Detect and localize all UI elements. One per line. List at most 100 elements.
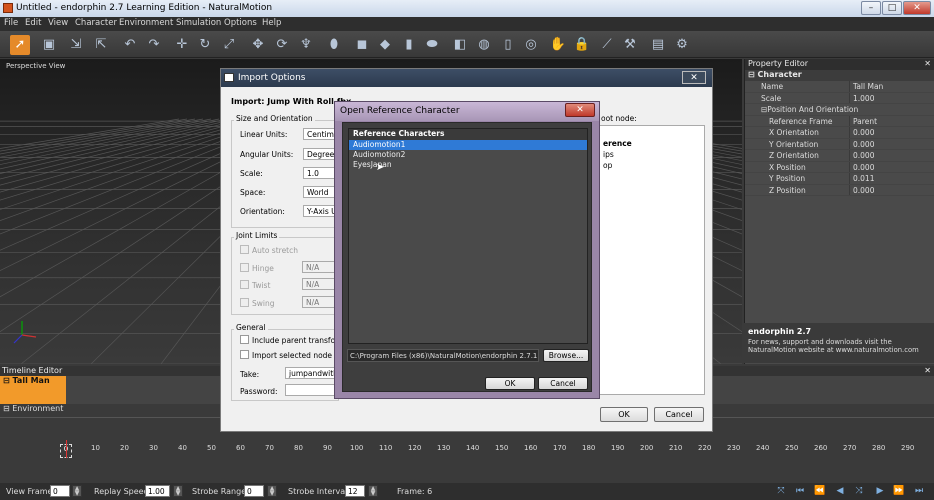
- track-environment[interactable]: ⊟ Environment: [0, 404, 66, 416]
- character-body-icon[interactable]: ⬮: [324, 35, 344, 55]
- cube-icon[interactable]: ◼: [352, 35, 372, 55]
- redo-icon[interactable]: ↷: [144, 35, 164, 55]
- collapse-icon[interactable]: ⊟: [3, 404, 12, 413]
- export-icon[interactable]: ⇱: [91, 35, 111, 55]
- hand-icon[interactable]: ✋: [548, 35, 568, 55]
- close-icon[interactable]: ✕: [924, 59, 931, 68]
- twist-checkbox[interactable]: [240, 280, 249, 289]
- reference-character-list[interactable]: Reference Characters Audiomotion1 Audiom…: [348, 128, 588, 344]
- tree-item[interactable]: ips: [603, 149, 704, 160]
- settings-icon[interactable]: ⚙: [672, 35, 692, 55]
- bone-rotate-icon[interactable]: ⟳: [272, 35, 292, 55]
- tree-item[interactable]: op: [603, 160, 704, 171]
- image-icon[interactable]: ▤: [648, 35, 668, 55]
- sphere-icon[interactable]: ◍: [474, 35, 494, 55]
- prop-row[interactable]: X Position 0.000: [745, 161, 934, 173]
- bone-move-icon[interactable]: ✥: [248, 35, 268, 55]
- menu-simulation[interactable]: Simulation: [176, 18, 221, 28]
- strobe-interval-input[interactable]: 12: [345, 485, 365, 497]
- save-icon[interactable]: ▣: [39, 35, 59, 55]
- disc-icon[interactable]: ◎: [521, 35, 541, 55]
- hinge-checkbox[interactable]: [240, 263, 249, 272]
- timeline-ruler[interactable]: 10 20 30 40 50 60 70 80 90 100 110 120 1…: [60, 440, 934, 458]
- column-icon[interactable]: ▯: [498, 35, 518, 55]
- replay-speed-input[interactable]: 1.00: [145, 485, 170, 497]
- import-cancel-button[interactable]: Cancel: [654, 407, 704, 422]
- loop-icon[interactable]: ⤨: [852, 486, 866, 497]
- replay-speed-spinner[interactable]: ▲ ▼: [173, 485, 183, 497]
- prop-row[interactable]: Z Orientation 0.000: [745, 150, 934, 162]
- move-icon[interactable]: ✛: [172, 35, 192, 55]
- prop-row-name[interactable]: Name Tall Man: [745, 81, 934, 93]
- character-icon[interactable]: ♆: [296, 35, 316, 55]
- select-tool-icon[interactable]: ➚: [10, 35, 30, 55]
- menu-character[interactable]: Character: [75, 18, 117, 28]
- list-item[interactable]: Audiomotion2: [349, 150, 587, 160]
- menu-environment[interactable]: Environment: [119, 18, 173, 28]
- minimize-button[interactable]: –: [861, 1, 881, 15]
- fit-icon[interactable]: ⤧: [774, 486, 788, 497]
- pin-icon[interactable]: ⟋: [597, 35, 617, 55]
- prop-row[interactable]: Reference Frame Parent: [745, 115, 934, 127]
- include-parent-checkbox[interactable]: [240, 335, 249, 344]
- strobe-range-input[interactable]: 0: [244, 485, 264, 497]
- prop-row-scale[interactable]: Scale 1.000: [745, 92, 934, 104]
- about-panel: endorphin 2.7 For news, support and down…: [744, 323, 934, 363]
- prop-row[interactable]: Y Position 0.011: [745, 173, 934, 185]
- auto-stretch-checkbox[interactable]: [240, 245, 249, 254]
- track-tall-man[interactable]: ⊟ Tall Man: [0, 376, 66, 404]
- view-frame-input[interactable]: 0: [50, 485, 70, 497]
- character-section[interactable]: ⊟ Character: [745, 70, 934, 81]
- tick-label: 100: [350, 444, 364, 452]
- menu-file[interactable]: File: [4, 18, 18, 28]
- view-frame-spinner[interactable]: ▲ ▼: [72, 485, 82, 497]
- list-item[interactable]: Audiomotion1: [349, 140, 587, 150]
- go-start-icon[interactable]: ⏮: [793, 486, 807, 497]
- browse-button[interactable]: Browse...: [543, 349, 589, 362]
- undo-icon[interactable]: ↶: [120, 35, 140, 55]
- tick-label: 130: [437, 444, 451, 452]
- scale-icon[interactable]: ⤢: [219, 35, 239, 55]
- import-selected-checkbox[interactable]: [240, 350, 249, 359]
- strobe-range-spinner[interactable]: ▲ ▼: [267, 485, 277, 497]
- menu-view[interactable]: View: [48, 18, 68, 28]
- ellipsoid-icon[interactable]: ⬬: [422, 35, 442, 55]
- close-icon[interactable]: ✕: [924, 366, 931, 375]
- capsule-icon[interactable]: ▮: [399, 35, 419, 55]
- step-forward-icon[interactable]: ⏩: [892, 486, 906, 497]
- rotate-icon[interactable]: ↻: [195, 35, 215, 55]
- root-node-tree[interactable]: erence ips op: [599, 125, 705, 395]
- maximize-button[interactable]: □: [882, 1, 902, 15]
- path-field[interactable]: C:\Program Files (x86)\NaturalMotion\end…: [347, 349, 539, 362]
- hammer-icon[interactable]: ⚒: [620, 35, 640, 55]
- position-orientation-section[interactable]: ⊟Position And Orientation: [745, 104, 934, 116]
- box-object-icon[interactable]: ◧: [450, 35, 470, 55]
- play-reverse-icon[interactable]: ◀: [833, 486, 847, 497]
- import-ok-button[interactable]: OK: [600, 407, 648, 422]
- play-icon[interactable]: ▶: [873, 486, 887, 497]
- prop-row[interactable]: Z Position 0.000: [745, 184, 934, 196]
- lock-icon[interactable]: 🔒: [572, 35, 592, 55]
- list-item[interactable]: EyesJapan: [349, 160, 587, 170]
- swing-checkbox[interactable]: [240, 298, 249, 307]
- strobe-interval-spinner[interactable]: ▲ ▼: [368, 485, 378, 497]
- menu-options[interactable]: Options: [224, 18, 257, 28]
- prop-row[interactable]: X Orientation 0.000: [745, 127, 934, 139]
- menu-help[interactable]: Help: [262, 18, 281, 28]
- close-button[interactable]: ✕: [903, 1, 931, 15]
- step-back-icon[interactable]: ⏪: [813, 486, 827, 497]
- menu-edit[interactable]: Edit: [25, 18, 41, 28]
- ref-ok-button[interactable]: OK: [485, 377, 535, 390]
- ref-cancel-button[interactable]: Cancel: [538, 377, 588, 390]
- prop-row[interactable]: Y Orientation 0.000: [745, 138, 934, 150]
- password-input[interactable]: [285, 384, 335, 396]
- tree-item[interactable]: erence: [603, 138, 704, 149]
- collapse-icon[interactable]: ⊟: [3, 376, 13, 385]
- cylinder-icon[interactable]: ◆: [375, 35, 395, 55]
- close-icon[interactable]: ✕: [565, 103, 595, 117]
- go-end-icon[interactable]: ⏭: [912, 486, 926, 497]
- import-icon[interactable]: ⇲: [66, 35, 86, 55]
- take-select[interactable]: jumpandwith: [285, 367, 335, 379]
- collapse-icon[interactable]: ⊟: [748, 70, 758, 79]
- close-icon[interactable]: ✕: [682, 71, 706, 84]
